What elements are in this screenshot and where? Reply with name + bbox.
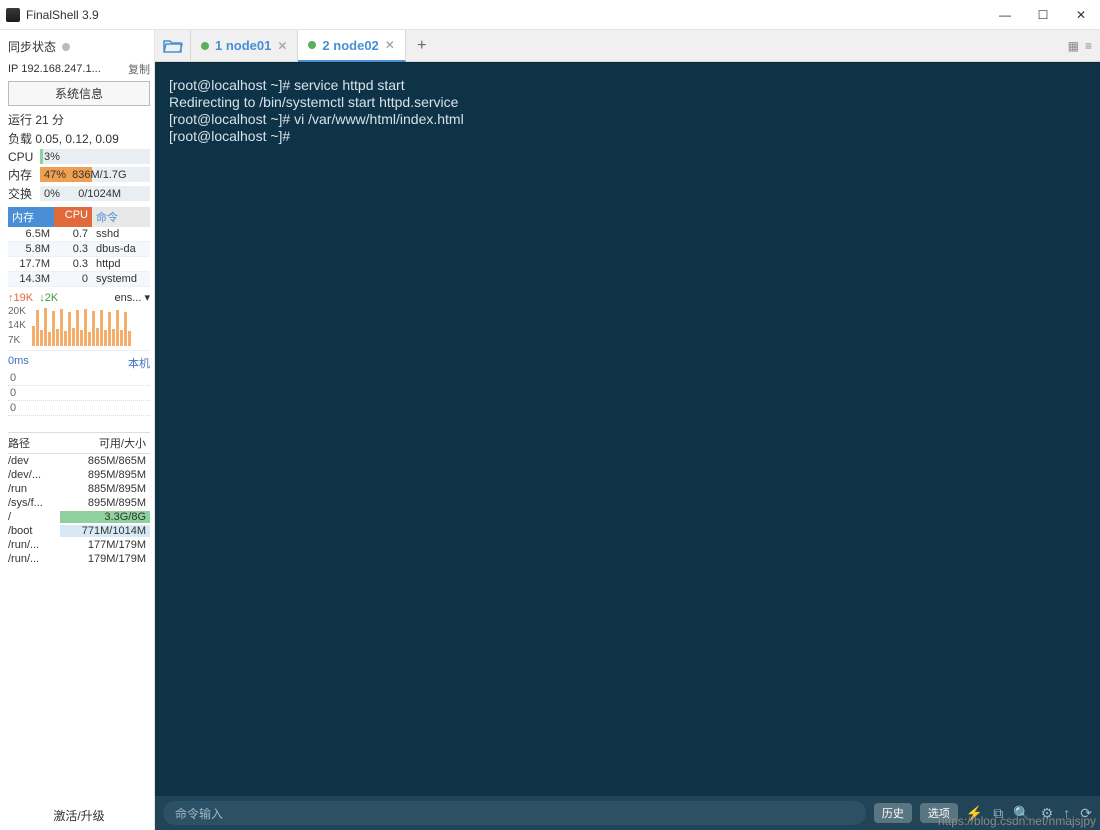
copy-ip-link[interactable]: 复制 — [128, 61, 150, 77]
toolbar-icons: ⚡ ⧉ 🔍 ⚙ ↑ ⟳ — [966, 805, 1092, 822]
sync-dot-icon — [62, 43, 70, 51]
upload-icon[interactable]: ↑ — [1063, 805, 1070, 821]
grid-view-icon[interactable]: ▦ — [1068, 39, 1079, 53]
search-icon[interactable]: 🔍 — [1013, 805, 1030, 822]
process-header-cpu: CPU — [54, 207, 92, 227]
uptime-text: 运行 21 分 — [8, 110, 150, 129]
tab-node01[interactable]: 1 node01 ✕ — [191, 30, 298, 61]
titlebar: FinalShell 3.9 — ☐ ✕ — [0, 0, 1100, 30]
window-title: FinalShell 3.9 — [26, 8, 998, 22]
bottom-bar: 命令输入 历史 选项 ⚡ ⧉ 🔍 ⚙ ↑ ⟳ — [155, 796, 1100, 830]
main-area: 1 node01 ✕ 2 node02 ✕ + ▦ ≡ [root@localh… — [155, 30, 1100, 830]
ping-row: 0ms 本机 — [8, 350, 150, 371]
net-down: ↓2K — [39, 292, 58, 304]
cpu-metric: CPU 3% — [8, 148, 150, 165]
add-tab-button[interactable]: + — [406, 30, 438, 61]
maximize-button[interactable]: ☐ — [1036, 8, 1050, 22]
disk-row[interactable]: /run885M/895M — [8, 482, 150, 496]
process-row[interactable]: 17.7M0.3httpd — [8, 257, 150, 272]
status-dot-icon — [201, 42, 209, 50]
terminal-content: [root@localhost ~]# service httpd start … — [169, 77, 464, 144]
options-button[interactable]: 选项 — [920, 803, 958, 823]
close-tab-icon[interactable]: ✕ — [277, 39, 287, 53]
ip-row: IP 192.168.247.1... 复制 — [8, 59, 150, 79]
bolt-icon[interactable]: ⚡ — [966, 805, 983, 822]
disk-row[interactable]: /run/...179M/179M — [8, 552, 150, 566]
copy-icon[interactable]: ⧉ — [993, 805, 1003, 822]
memory-label: 内存 — [8, 166, 36, 183]
disk-header: 路径可用/大小 — [8, 432, 150, 454]
sync-label: 同步状态 — [8, 38, 56, 55]
disk-row[interactable]: /dev/...895M/895M — [8, 468, 150, 482]
close-tab-icon[interactable]: ✕ — [385, 38, 395, 52]
net-interface-dropdown[interactable]: ens... ▾ — [115, 291, 150, 304]
network-row: ↑19K ↓2K ens... ▾ — [8, 287, 150, 304]
network-sparkline: 20K14K7K — [8, 304, 150, 348]
process-header-mem: 内存 — [8, 207, 54, 227]
history-button[interactable]: 历史 — [874, 803, 912, 823]
memory-metric: 内存 47% 836M/1.7G — [8, 165, 150, 184]
load-text: 负载 0.05, 0.12, 0.09 — [8, 129, 150, 148]
activate-link[interactable]: 激活/升级 — [8, 801, 150, 830]
ping-target-dropdown[interactable]: 本机 — [128, 355, 150, 371]
refresh-icon[interactable]: ⟳ — [1080, 805, 1092, 822]
list-view-icon[interactable]: ≡ — [1085, 39, 1092, 53]
disk-row[interactable]: /run/...177M/179M — [8, 538, 150, 552]
tab-label: 1 node01 — [215, 38, 271, 53]
gear-icon[interactable]: ⚙ — [1041, 805, 1054, 822]
status-dot-icon — [308, 41, 316, 49]
tabbar: 1 node01 ✕ 2 node02 ✕ + ▦ ≡ — [155, 30, 1100, 62]
process-header-cmd: 命令 — [92, 207, 150, 227]
command-placeholder: 命令输入 — [175, 805, 223, 822]
system-info-button[interactable]: 系统信息 — [8, 81, 150, 106]
sync-status: 同步状态 — [8, 34, 150, 59]
process-row[interactable]: 14.3M0systemd — [8, 272, 150, 287]
tab-node02[interactable]: 2 node02 ✕ — [298, 30, 405, 62]
process-row[interactable]: 5.8M0.3dbus-da — [8, 242, 150, 257]
close-button[interactable]: ✕ — [1074, 8, 1088, 22]
tab-label: 2 node02 — [322, 38, 378, 53]
window-controls: — ☐ ✕ — [998, 8, 1094, 22]
minimize-button[interactable]: — — [998, 8, 1012, 22]
process-header[interactable]: 内存 CPU 命令 — [8, 207, 150, 227]
cpu-label: CPU — [8, 150, 36, 164]
swap-label: 交换 — [8, 185, 36, 202]
net-up: ↑19K — [8, 292, 33, 304]
app-logo-icon — [6, 8, 20, 22]
command-input[interactable]: 命令输入 — [163, 801, 866, 825]
open-folder-button[interactable] — [155, 30, 191, 61]
disk-row[interactable]: /sys/f...895M/895M — [8, 496, 150, 510]
disk-row[interactable]: /boot771M/1014M — [8, 524, 150, 538]
folder-open-icon — [163, 38, 183, 54]
process-row[interactable]: 6.5M0.7sshd — [8, 227, 150, 242]
ip-text: IP 192.168.247.1... — [8, 63, 101, 75]
terminal[interactable]: [root@localhost ~]# service httpd start … — [155, 62, 1100, 796]
swap-metric: 交换 0% 0/1024M — [8, 184, 150, 203]
ping-latency: 0ms — [8, 355, 29, 371]
disk-row[interactable]: /dev865M/865M — [8, 454, 150, 468]
view-buttons: ▦ ≡ — [1068, 30, 1100, 61]
disk-row[interactable]: /3.3G/8G — [8, 510, 150, 524]
sidebar: 同步状态 IP 192.168.247.1... 复制 系统信息 运行 21 分… — [0, 30, 155, 830]
ping-list: 0 0 0 — [8, 371, 150, 416]
